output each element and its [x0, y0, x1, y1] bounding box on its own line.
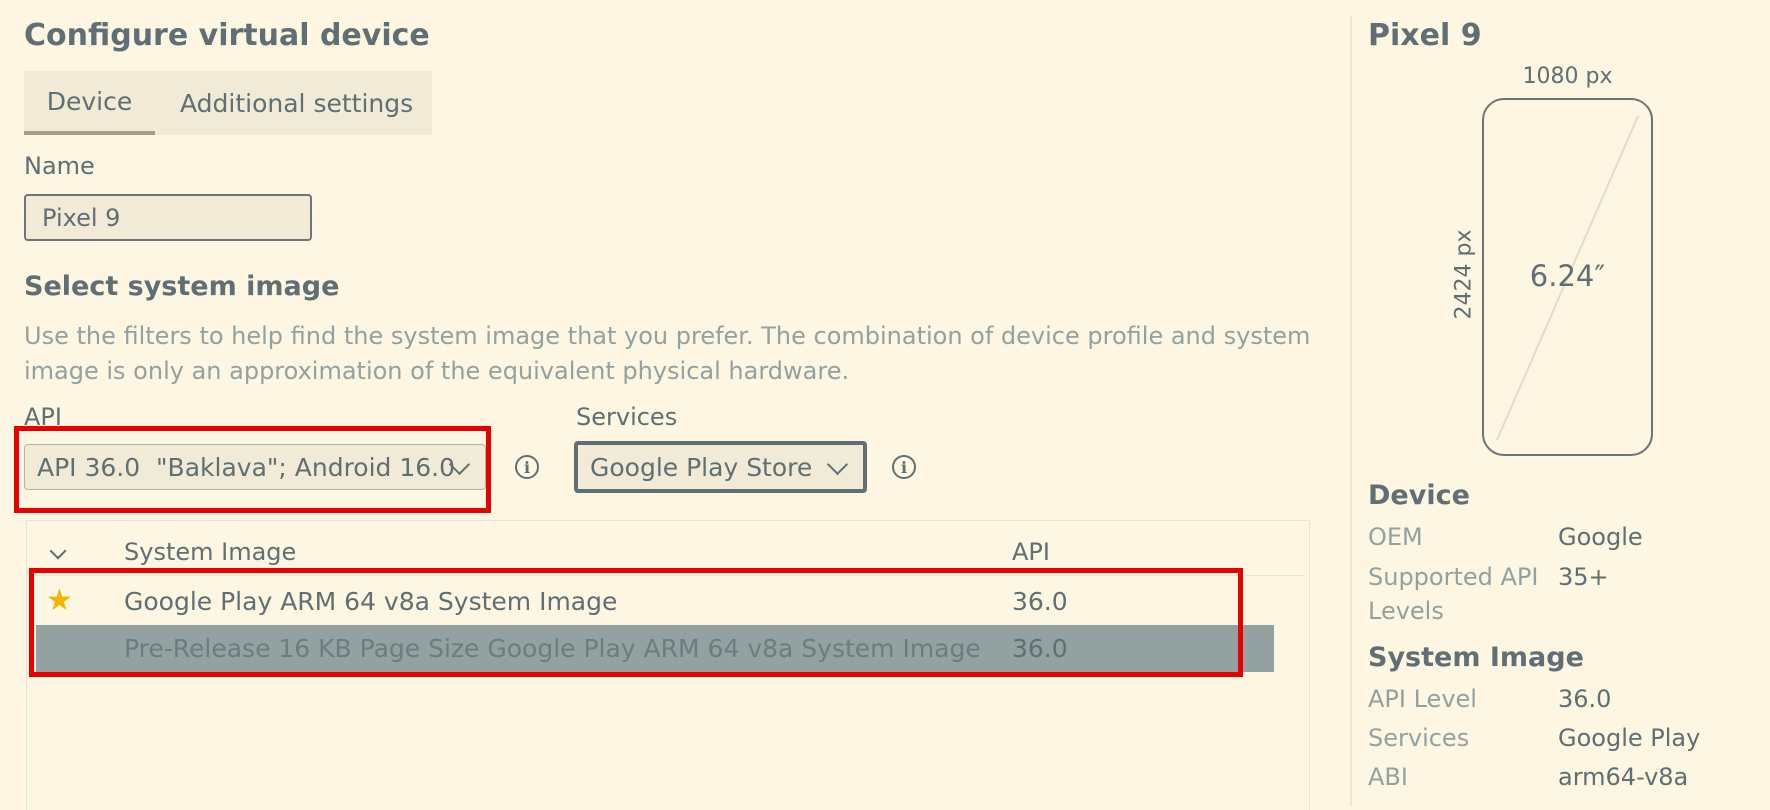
- info-icon[interactable]: i: [892, 455, 916, 479]
- prop-key-supported-api: Supported API Levels: [1368, 563, 1539, 625]
- tab-bar: Device Additional settings: [24, 71, 432, 135]
- row-api-value: 36.0: [1012, 587, 1068, 616]
- info-icon[interactable]: i: [515, 455, 539, 479]
- prop-value-abi: arm64-v8a: [1558, 763, 1689, 791]
- image-section-title: System Image: [1368, 642, 1584, 673]
- panel-divider: [1350, 16, 1352, 806]
- diagonal-size-label: 6.24″: [1529, 259, 1606, 293]
- prop-value-services: Google Play: [1558, 724, 1701, 752]
- height-label: 2424 px: [1451, 229, 1477, 320]
- device-preview: 6.24″: [1482, 98, 1653, 456]
- tab-device[interactable]: Device: [24, 71, 155, 135]
- device-name-title: Pixel 9: [1368, 18, 1482, 53]
- prop-value-supported-api: 35+: [1558, 563, 1609, 591]
- chevron-down-icon: [826, 453, 849, 476]
- tab-additional-settings[interactable]: Additional settings: [155, 71, 413, 135]
- table-row[interactable]: ★ Google Play ARM 64 v8a System Image 36…: [28, 580, 1274, 624]
- table-row-selected[interactable]: Pre-Release 16 KB Page Size Google Play …: [36, 625, 1274, 672]
- prop-key-api-level: API Level: [1368, 685, 1477, 713]
- api-filter-value: API 36.0 "Baklava"; Android 16.0: [37, 452, 456, 482]
- services-filter-label: Services: [576, 403, 678, 431]
- dialog-title: Configure virtual device: [24, 18, 430, 53]
- row-system-image-name: Google Play ARM 64 v8a System Image: [124, 587, 618, 616]
- column-header-system-image[interactable]: System Image: [124, 538, 296, 566]
- column-header-api[interactable]: API: [1012, 538, 1050, 566]
- services-filter-select[interactable]: Google Play Store: [574, 441, 867, 493]
- services-filter-value: Google Play Store: [590, 452, 813, 482]
- name-input[interactable]: [24, 194, 312, 241]
- star-icon: ★: [46, 583, 73, 618]
- section-description: Use the filters to help find the system …: [24, 322, 1311, 385]
- row-system-image-name: Pre-Release 16 KB Page Size Google Play …: [124, 634, 981, 663]
- name-label: Name: [24, 152, 95, 180]
- prop-value-api-level: 36.0: [1558, 685, 1612, 713]
- api-filter-select[interactable]: API 36.0 "Baklava"; Android 16.0: [24, 444, 486, 490]
- prop-key-oem: OEM: [1368, 523, 1423, 551]
- prop-value-oem: Google: [1558, 523, 1643, 551]
- width-label: 1080 px: [1522, 64, 1613, 89]
- row-api-value: 36.0: [1012, 634, 1068, 663]
- prop-key-services: Services: [1368, 724, 1470, 752]
- header-divider: [28, 575, 1304, 576]
- api-filter-label: API: [24, 403, 62, 431]
- device-section-title: Device: [1368, 480, 1470, 511]
- prop-key-abi: ABI: [1368, 763, 1408, 791]
- section-title: Select system image: [24, 271, 340, 302]
